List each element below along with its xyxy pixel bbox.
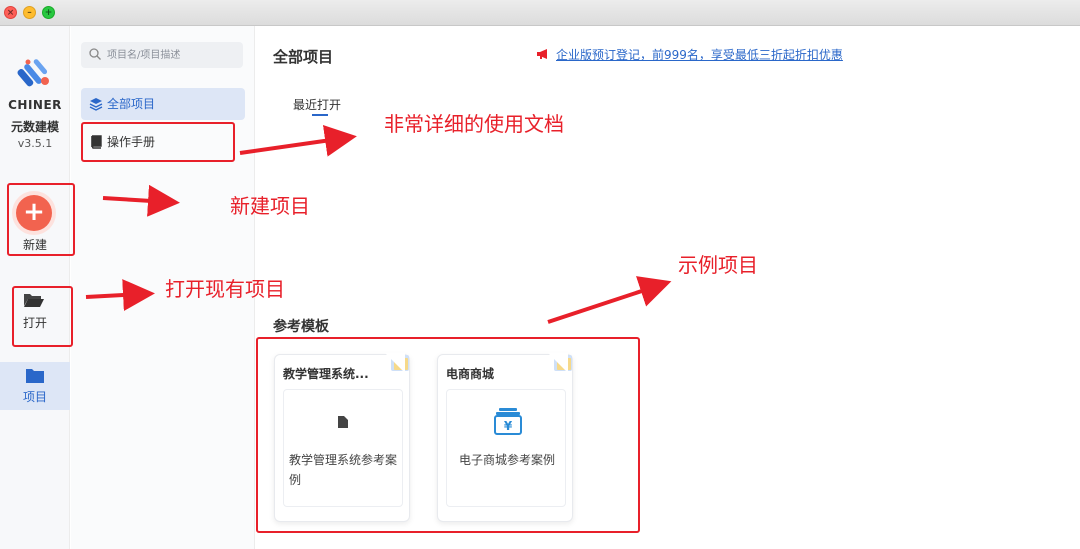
folder-icon bbox=[26, 369, 44, 383]
title-bar: × – + bbox=[0, 0, 1080, 26]
templates-section-title: 参考模板 bbox=[273, 319, 329, 335]
page-title: 全部项目 bbox=[273, 48, 334, 66]
app-window: × – + CHINER 元数建模 v3.5.1 + 新建 打开 项目 项目名/… bbox=[0, 0, 1080, 549]
annotation-box-samples bbox=[256, 337, 640, 533]
projects-label: 项目 bbox=[22, 390, 47, 404]
sidebar-item-label: 全部项目 bbox=[107, 97, 156, 111]
sidebar-item-all-projects[interactable]: 全部项目 bbox=[81, 88, 245, 120]
annotation-box-manual bbox=[81, 122, 235, 162]
promo-link[interactable]: 企业版预订登记，前999名，享受最低三折起折扣优惠 bbox=[536, 46, 843, 64]
app-logo-icon bbox=[17, 59, 49, 87]
tab-recent[interactable]: 最近打开 bbox=[293, 96, 341, 113]
close-window-button[interactable]: × bbox=[4, 6, 17, 19]
layers-icon bbox=[89, 98, 103, 111]
annotation-manual-note: 非常详细的使用文档 bbox=[384, 112, 564, 136]
annotation-open-note: 打开现有项目 bbox=[165, 277, 285, 301]
app-version: v3.5.1 bbox=[17, 137, 53, 150]
promo-text: 企业版预订登记，前999名，享受最低三折起折扣优惠 bbox=[556, 48, 843, 62]
annotation-new-note: 新建项目 bbox=[230, 194, 310, 218]
zoom-window-button[interactable]: + bbox=[42, 6, 55, 19]
app-name: CHINER bbox=[8, 98, 62, 112]
search-input[interactable] bbox=[81, 42, 243, 68]
megaphone-icon bbox=[537, 49, 547, 59]
annotation-box-new bbox=[7, 183, 75, 256]
projects-nav-item[interactable]: 项目 bbox=[0, 362, 70, 410]
app-subtitle: 元数建模 bbox=[10, 120, 59, 134]
search-icon bbox=[89, 48, 101, 60]
annotation-box-open bbox=[12, 286, 73, 347]
minimize-window-button[interactable]: – bbox=[23, 6, 36, 19]
annotation-sample-note: 示例项目 bbox=[678, 253, 758, 277]
tab-active-indicator bbox=[312, 114, 328, 116]
